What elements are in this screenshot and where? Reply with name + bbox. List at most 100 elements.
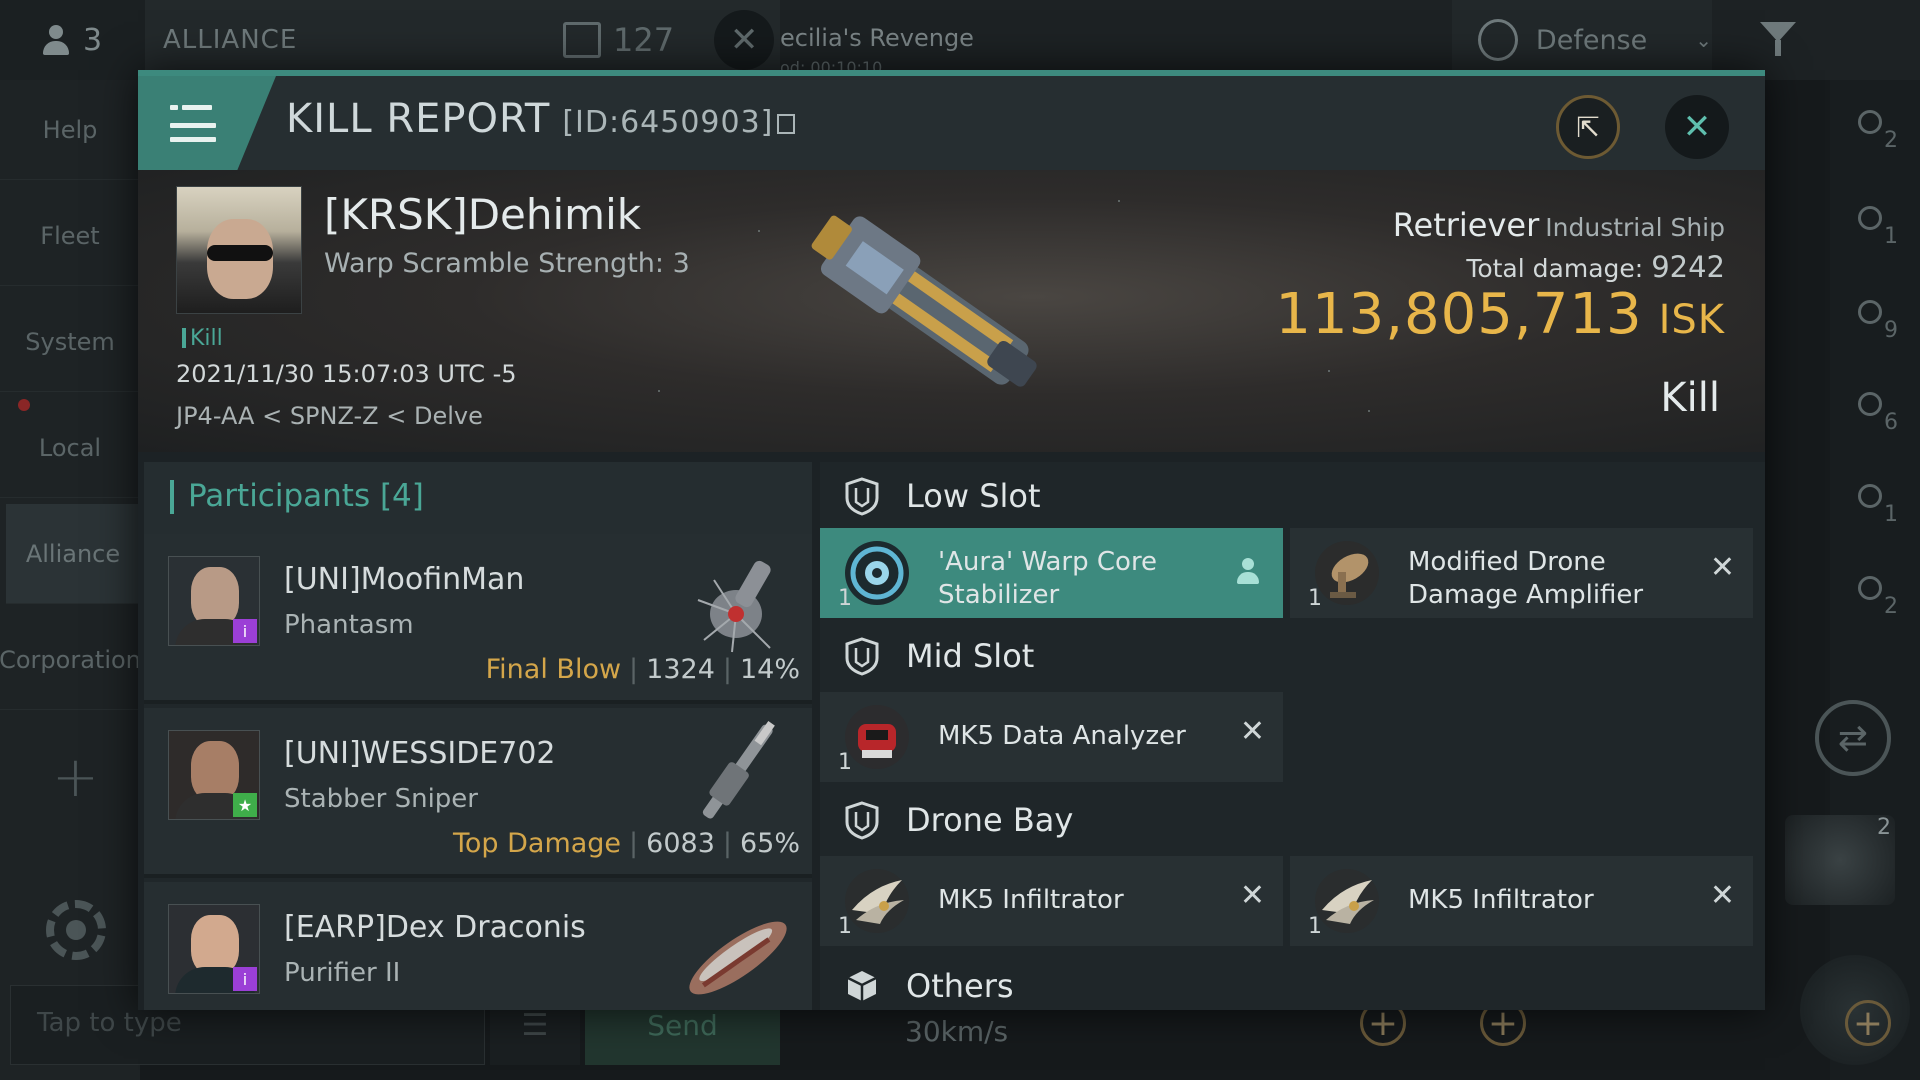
fleet-icon[interactable]: 2 — [1858, 110, 1902, 154]
ship-name[interactable]: Retriever Industrial Ship — [1393, 206, 1725, 244]
person-icon — [42, 25, 69, 55]
participant-row[interactable]: ★ [UNI]WESSIDE702 Stabber Sniper Top Dam… — [144, 708, 812, 878]
corp-badge-icon: i — [233, 967, 257, 991]
participant-damage: 6083 — [646, 828, 715, 859]
participant-row[interactable]: i [UNI]MoofinMan Phantasm Final Blow | 132… — [144, 534, 812, 704]
fittings-panel: Low Slot 1 'Aura' Warp Core Stabilizer 1… — [820, 462, 1765, 1010]
final-blow-tag: Final Blow — [485, 654, 622, 685]
module-qty: 1 — [838, 914, 852, 939]
notification-dot — [18, 399, 30, 411]
isk-amount: 113,805,713 — [1275, 282, 1643, 347]
total-damage-label: Total damage: — [1466, 254, 1644, 283]
mid-slot-header: Mid Slot — [820, 622, 1765, 688]
dropped-person-icon — [1237, 558, 1259, 586]
participant-avatar[interactable]: i — [168, 904, 260, 994]
sidebar-item-corporation[interactable]: Corporation — [0, 610, 141, 710]
drone-bay-label: Drone Bay — [906, 801, 1074, 839]
menu-button[interactable] — [138, 76, 276, 170]
participants-panel: Participants [4] i [UNI]MoofinMan Phanta… — [144, 462, 812, 1010]
sidebar-item-fleet[interactable]: Fleet — [0, 186, 140, 286]
infiltrator-drone-icon — [845, 869, 909, 933]
filter-icon[interactable] — [1760, 22, 1800, 58]
mid-slot-icon — [845, 637, 879, 676]
module-item[interactable]: 1 Modified Drone Damage Amplifier ✕ — [1290, 528, 1753, 618]
defense-dropdown[interactable]: Defense ⌄ — [1452, 0, 1712, 80]
swap-icon[interactable]: ⇄ — [1815, 700, 1891, 776]
participant-row[interactable]: i [EARP]Dex Draconis Purifier II — [144, 882, 812, 1010]
module-item[interactable]: 1 MK5 Infiltrator ✕ — [820, 856, 1283, 946]
participant-ship: Purifier II — [284, 958, 401, 988]
module-item[interactable]: 1 MK5 Data Analyzer ✕ — [820, 692, 1283, 782]
participant-ship-image — [689, 921, 787, 995]
drone-bay-header: Drone Bay — [820, 786, 1765, 852]
close-chat-icon[interactable]: ✕ — [714, 10, 775, 70]
participant-avatar[interactable]: ★ — [168, 730, 260, 820]
participant-percent: 14% — [739, 654, 800, 685]
sidebar-item-help[interactable]: Help — [0, 80, 140, 180]
sidebar-item-local[interactable]: Local — [0, 398, 140, 498]
module-name: MK5 Infiltrator — [938, 885, 1124, 915]
others-header: Others — [820, 952, 1765, 1010]
module-qty: 1 — [838, 586, 852, 611]
isk-unit: ISK — [1658, 297, 1725, 343]
share-icon: ⇱ — [1576, 110, 1600, 144]
participants-title: Participants [4] — [188, 478, 424, 514]
destroyed-icon: ✕ — [1709, 878, 1735, 913]
channel-label[interactable]: ALLIANCE — [163, 25, 563, 55]
ship-image — [811, 215, 1037, 387]
ship-thumbnail[interactable]: 2 — [1785, 815, 1895, 905]
online-members[interactable]: 3 — [0, 0, 145, 80]
group-icon[interactable]: 6 — [1858, 392, 1902, 436]
share-button[interactable]: ⇱ — [1556, 95, 1620, 159]
module-item[interactable]: 1 MK5 Infiltrator ✕ — [1290, 856, 1753, 946]
participant-ship-image — [697, 560, 771, 653]
drone-bay-icon — [845, 801, 879, 840]
participants-header: Participants [4] — [144, 462, 812, 534]
module-item[interactable]: 1 'Aura' Warp Core Stabilizer — [820, 528, 1283, 618]
add-channel-icon[interactable]: + — [52, 745, 99, 810]
page-title: KILL REPORT [ID:6450903] — [286, 96, 796, 142]
participant-name: [EARP]Dex Draconis — [284, 910, 586, 945]
cargo-cube-icon — [847, 971, 877, 1001]
isk-value: 113,805,713 ISK — [1275, 282, 1725, 347]
destroyed-icon: ✕ — [1239, 714, 1265, 749]
participant-avatar[interactable]: i — [168, 556, 260, 646]
target-icon[interactable]: 1 — [1858, 206, 1902, 250]
title-text: KILL REPORT — [286, 96, 551, 142]
module-name: MK5 Infiltrator — [1408, 885, 1594, 915]
copy-icon[interactable] — [777, 114, 796, 134]
participant-ship-image — [702, 720, 775, 819]
gate-icon[interactable]: 2 — [1858, 576, 1902, 620]
module-qty: 1 — [1308, 586, 1322, 611]
chat-count-value: 127 — [613, 21, 675, 59]
warp-core-stabilizer-icon — [845, 541, 909, 605]
kill-location[interactable]: JP4-AA < SPNZ-Z < Delve — [176, 402, 483, 430]
victim-banner: [KRSK]Dehimik Warp Scramble Strength: 3 … — [138, 170, 1765, 452]
victim-avatar[interactable] — [176, 186, 302, 314]
low-slot-icon — [845, 477, 879, 516]
planet-icon[interactable]: 9 — [1858, 300, 1902, 344]
structure-icon[interactable]: 1 — [1858, 484, 1902, 528]
participant-stats: Final Blow | 1324 | 14% — [485, 654, 800, 685]
participant-ship: Phantasm — [284, 610, 414, 640]
kill-datetime: 2021/11/30 15:07:03 UTC -5 — [176, 360, 517, 388]
online-count: 3 — [82, 22, 103, 58]
data-analyzer-icon — [845, 705, 909, 769]
close-button[interactable]: ✕ — [1665, 95, 1729, 159]
ship-class: Industrial Ship — [1545, 213, 1725, 242]
enemy-name: ecilia's Revenge — [780, 24, 974, 52]
sidebar-item-system[interactable]: System — [0, 292, 140, 392]
destroyed-icon: ✕ — [1239, 878, 1265, 913]
chat-channel-bar: 3 ALLIANCE 127 ✕ — [0, 0, 780, 80]
sidebar-item-alliance[interactable]: Alliance — [6, 504, 140, 604]
total-damage: Total damage: 9242 — [1466, 250, 1725, 284]
victim-name[interactable]: [KRSK]Dehimik — [324, 190, 641, 239]
gear-icon[interactable] — [46, 900, 106, 960]
total-damage-value: 9242 — [1651, 250, 1725, 284]
participant-damage: 1324 — [646, 654, 715, 685]
close-icon: ✕ — [1682, 107, 1712, 147]
report-id: [ID:6450903] — [562, 105, 774, 140]
top-damage-tag: Top Damage — [452, 828, 622, 859]
add-module-icon[interactable]: + — [1845, 1000, 1891, 1046]
chat-count[interactable]: 127 — [563, 21, 674, 59]
